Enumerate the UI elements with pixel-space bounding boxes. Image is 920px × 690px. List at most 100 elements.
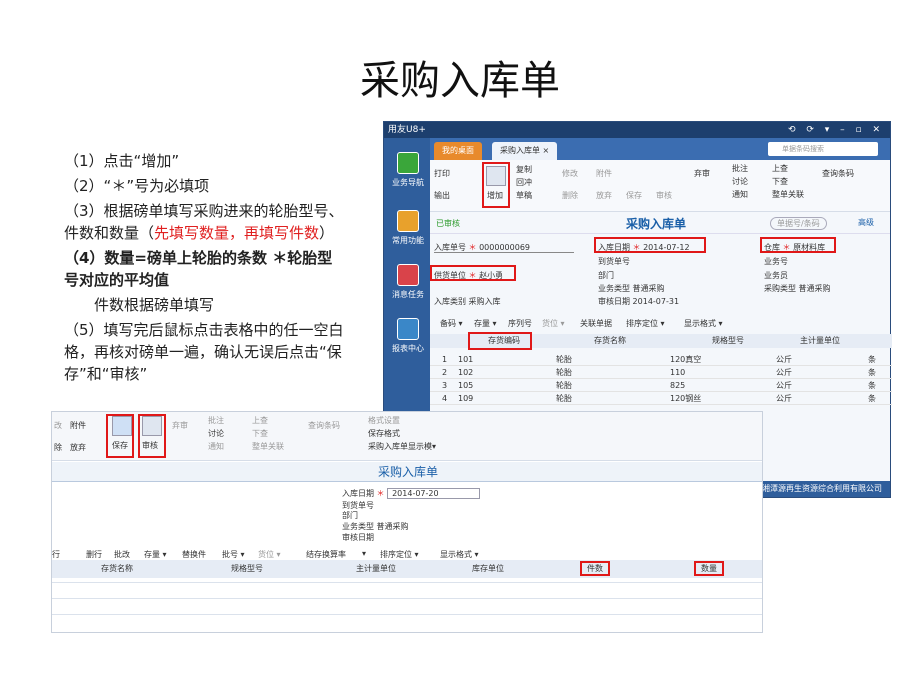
sidebar-label: 业务导航 [392, 178, 424, 187]
row-name: 轮胎 [556, 368, 572, 377]
window-controls[interactable]: ⟲ ⟳ ▾ – ▫ ✕ [788, 122, 884, 138]
table-row[interactable]: 1 101 轮胎 120真空 公斤 条 [430, 354, 892, 366]
col-name: 存货名称 [594, 336, 626, 345]
grid2-tool-10[interactable]: 显示格式 ▾ [440, 549, 479, 560]
doc-no-value: 0000000069 [479, 243, 530, 252]
grid2-tool-6[interactable]: 货位 ▾ [258, 549, 281, 560]
abandon-button[interactable]: 放弃 [596, 190, 612, 201]
dept-label: 部门 [598, 271, 614, 280]
annotate-button[interactable]: 批注 [732, 163, 748, 174]
grid-tool-format[interactable]: 显示格式 ▾ [684, 318, 723, 329]
notify-button[interactable]: 通知 [732, 189, 748, 200]
grid2-tool-5[interactable]: 批号 ▾ [222, 549, 245, 560]
review-button[interactable]: 审核 [656, 190, 672, 201]
prev-query-button-2[interactable]: 上查 [252, 415, 268, 426]
table-row[interactable]: 4 109 轮胎 120钢丝 公斤 条 [430, 393, 892, 405]
row-code: 105 [458, 381, 474, 390]
attach-button[interactable]: 附件 [596, 168, 612, 179]
grid-tool-stock[interactable]: 存量 ▾ [474, 318, 497, 329]
modify-button[interactable]: 修改 [562, 168, 578, 179]
grid2-tool-7[interactable]: 结存换算率 [306, 549, 346, 560]
date-input-2[interactable]: 2014-07-20 [387, 488, 480, 499]
label-text: 入库单号 [434, 243, 466, 252]
modify-button-2[interactable]: 改 [54, 420, 62, 431]
label-text: 入库日期 [342, 489, 374, 498]
copy-button[interactable]: 复制 [516, 164, 532, 175]
row-name: 轮胎 [556, 355, 572, 364]
notify-button-2[interactable]: 通知 [208, 441, 224, 452]
header-fields: 入库单号 ＊ 0000000069 入库日期 ＊ 2014-07-12 仓库 ＊… [430, 234, 890, 316]
output-button[interactable]: 输出 [434, 190, 450, 201]
date-highlight [594, 237, 706, 253]
grid2-tool-0[interactable]: 行 [52, 549, 60, 560]
barcode-query-button-2[interactable]: 查询条码 [308, 420, 340, 431]
whole-link-button[interactable]: 整单关联 [772, 189, 804, 200]
grid-tool-sort[interactable]: 排序定位 ▾ [626, 318, 665, 329]
row-num: 2 [442, 368, 448, 377]
row-code: 109 [458, 394, 474, 403]
step-4: （4）数量=磅单上轮胎的条数 ＊轮胎型号对应的平均值 [64, 249, 333, 289]
discard-button[interactable]: 弃审 [694, 168, 710, 179]
discard-button-2[interactable]: 弃审 [172, 420, 188, 431]
sidebar-item-common[interactable]: 常用功能 [388, 210, 428, 246]
sidebar-item-nav[interactable]: 业务导航 [388, 152, 428, 188]
arrival-label: 到货单号 [598, 257, 630, 266]
format-setting-button[interactable]: 格式设置 [368, 415, 400, 426]
display-template-select[interactable]: 采购入库单显示模▾ [368, 441, 436, 452]
review-highlight [138, 414, 166, 458]
abandon-button-2[interactable]: 放弃 [70, 442, 86, 453]
discuss-button-2[interactable]: 讨论 [208, 428, 224, 439]
prev-query-button[interactable]: 上查 [772, 163, 788, 174]
sidebar-item-messages[interactable]: 消息任务 [388, 264, 428, 300]
table-row[interactable]: 2 102 轮胎 110 公斤 条 [430, 367, 892, 379]
grid-tool-code[interactable]: 备码 ▾ [440, 318, 463, 329]
sidebar-item-reports[interactable]: 报表中心 [388, 318, 428, 354]
table-row[interactable]: 3 105 轮胎 825 公斤 条 [430, 380, 892, 392]
doc-search-input[interactable]: 单据号/条码 [770, 217, 827, 230]
col-spec: 规格型号 [712, 336, 744, 345]
row-spec: 110 [670, 368, 686, 377]
discuss-button[interactable]: 讨论 [732, 176, 748, 187]
grid2-tool-1[interactable]: 删行 [86, 549, 102, 560]
annotate-button-2[interactable]: 批注 [208, 415, 224, 426]
search-input[interactable]: 单据条码搜索 [768, 142, 878, 156]
print-button[interactable]: 打印 [434, 168, 450, 179]
delete-button-2[interactable]: 除 [54, 442, 62, 453]
grid-tool-location[interactable]: 货位 ▾ [542, 318, 565, 329]
advanced-link[interactable]: 高级 [858, 217, 874, 228]
grid2-tool-3[interactable]: 存量 ▾ [144, 549, 167, 560]
label-text: 审核日期 [598, 297, 630, 306]
delete-button[interactable]: 删除 [562, 190, 578, 201]
add-highlight [482, 162, 510, 208]
tab-purchase-inbound[interactable]: 采购入库单 × [492, 142, 558, 160]
row-num: 1 [442, 355, 448, 364]
tab-desktop[interactable]: 我的桌面 [434, 142, 482, 160]
next-query-button-2[interactable]: 下查 [252, 428, 268, 439]
grid2-tool-9[interactable]: 排序定位 ▾ [380, 549, 419, 560]
navigation-icon [397, 152, 419, 174]
grid2-tool-8[interactable]: ▾ [362, 549, 366, 558]
row-unit: 公斤 [776, 381, 792, 390]
grid-tool-serial[interactable]: 序列号 [508, 318, 532, 329]
restore-button[interactable]: 回冲 [516, 177, 532, 188]
row-unit2: 条 [868, 355, 876, 364]
step-3: （3）根据磅单填写采购进来的轮胎型号、件数和数量（先填写数量，再填写件数） [64, 200, 344, 244]
save-button[interactable]: 保存 [626, 190, 642, 201]
warehouse-highlight [760, 237, 836, 253]
biz-type-label-2: 业务类型 普通采购 [342, 521, 409, 532]
whole-link-button-2[interactable]: 整单关联 [252, 441, 284, 452]
row-unit: 公斤 [776, 368, 792, 377]
barcode-query-button[interactable]: 查询条码 [822, 168, 854, 179]
attach-button-2[interactable]: 附件 [70, 420, 86, 431]
draft-button[interactable]: 草稿 [516, 190, 532, 201]
next-query-button[interactable]: 下查 [772, 176, 788, 187]
grid2-tool-2[interactable]: 批改 [114, 549, 130, 560]
toolbar: 打印 输出 增加 复制 回冲 草稿 修改 删除 附件 放弃 保存 审核 弃审 批… [430, 160, 890, 212]
grid-tool-link[interactable]: 关联单据 [580, 318, 612, 329]
col-pieces-2: 件数 [536, 560, 654, 578]
label-text: 入库类别 [434, 297, 466, 306]
field-line [434, 252, 574, 253]
save-format-button[interactable]: 保存格式 [368, 428, 400, 439]
grid-row-line [52, 582, 762, 583]
grid2-tool-4[interactable]: 替换件 [182, 549, 206, 560]
